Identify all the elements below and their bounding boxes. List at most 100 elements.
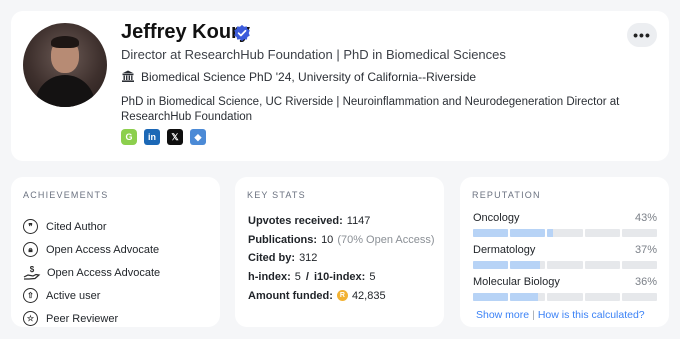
show-more-link[interactable]: Show more — [476, 309, 529, 321]
orcid-icon[interactable]: ◆ — [190, 129, 206, 145]
achievements-card: ACHIEVEMENTS ❞ Cited Author 🔒︎ Open Acce… — [11, 177, 220, 327]
reputation-bar — [473, 261, 658, 269]
stat-upvotes: Upvotes received: 1147 — [248, 212, 435, 231]
profile-name: Jeffrey Koury — [121, 21, 250, 43]
achievement-label: Active user — [46, 289, 101, 302]
reputation-percent: 37% — [634, 244, 657, 256]
linkedin-icon[interactable]: in — [144, 129, 160, 145]
achievement-label: Peer Reviewer — [46, 312, 119, 325]
achievements-list: ❞ Cited Author 🔒︎ Open Access Advocate $… — [23, 215, 160, 330]
hand-money-icon: $ — [23, 265, 41, 280]
stat-funded: Amount funded: R 42,835 — [248, 286, 435, 305]
stat-label: Publications: — [248, 233, 318, 246]
more-options-button[interactable]: ••• — [627, 23, 657, 47]
education-text: Biomedical Science PhD '24, University o… — [141, 70, 477, 84]
reputation-bar-segment — [473, 261, 509, 269]
ellipsis-icon: ••• — [633, 27, 651, 43]
reputation-bar-segment — [510, 293, 546, 301]
google-scholar-icon[interactable]: G — [121, 129, 137, 145]
how-calculated-link[interactable]: How is this calculated? — [538, 309, 645, 321]
university-icon — [122, 70, 134, 82]
reputation-bar-segment — [584, 261, 620, 269]
reputation-bar-segment — [621, 293, 658, 301]
profile-bio: PhD in Biomedical Science, UC Riverside … — [121, 96, 620, 123]
star-icon: ☆ — [23, 311, 38, 326]
reputation-bar-segment — [547, 293, 583, 301]
reputation-title: REPUTATION — [472, 190, 541, 200]
achievement-item[interactable]: ❞ Cited Author — [23, 215, 160, 238]
link-divider: | — [532, 309, 535, 321]
achievement-item[interactable]: 🔒︎ Open Access Advocate — [23, 238, 160, 261]
reputation-bar-segment — [473, 293, 509, 301]
stats-list: Upvotes received: 1147 Publications: 10 … — [248, 212, 435, 305]
reputation-links: Show more | How is this calculated? — [476, 309, 645, 321]
reputation-bar-fill — [473, 261, 509, 269]
reputation-percent: 43% — [634, 212, 657, 224]
social-links: G in 𝕏 ◆ — [121, 129, 206, 145]
stat-note: (70% Open Access) — [337, 233, 435, 246]
reputation-field: Oncology — [473, 212, 520, 224]
reputation-bar — [473, 293, 658, 301]
profile-card: Jeffrey Koury Director at ResearchHub Fo… — [11, 11, 669, 161]
achievement-label: Open Access Advocate — [46, 243, 160, 256]
reputation-bar-segment — [473, 229, 509, 237]
avatar-shirt — [35, 75, 95, 107]
svg-text:$: $ — [30, 265, 35, 274]
stat-value: 10 — [321, 233, 334, 246]
reputation-bar-fill — [473, 293, 509, 301]
stat-publications: Publications: 10 (70% Open Access) — [248, 231, 435, 250]
stat-cited: Cited by: 312 — [248, 249, 435, 268]
achievement-item[interactable]: ☆ Peer Reviewer — [23, 307, 160, 330]
reputation-card: REPUTATION Oncology 43% Dermatology 37% … — [460, 177, 669, 327]
stat-value: 1147 — [346, 215, 371, 228]
achievement-label: Cited Author — [46, 220, 107, 233]
achievement-item[interactable]: $ Open Access Advocate — [23, 261, 160, 284]
avatar[interactable] — [23, 23, 107, 107]
reputation-bar-segment — [547, 229, 583, 237]
reputation-list: Oncology 43% Dermatology 37% Molecular B… — [473, 212, 658, 308]
stat-value: 5 — [294, 271, 301, 284]
reputation-field: Molecular Biology — [473, 276, 560, 288]
reputation-bar-segment — [547, 261, 583, 269]
reputation-bar-fill — [547, 229, 553, 237]
stat-hindex: h-index: 5 / i10-index: 5 — [248, 268, 435, 287]
arrow-up-icon: ⇧ — [23, 288, 38, 303]
stat-label: Cited by: — [248, 252, 296, 265]
reputation-bar-segment — [510, 261, 546, 269]
reputation-bar-segment — [584, 293, 620, 301]
reputation-item: Dermatology 37% — [473, 244, 658, 276]
reputation-bar-fill — [510, 293, 539, 301]
reputation-bar-fill — [473, 229, 509, 237]
achievements-title: ACHIEVEMENTS — [23, 190, 109, 200]
key-stats-card: KEY STATS Upvotes received: 1147 Publica… — [235, 177, 444, 327]
reputation-percent: 36% — [634, 276, 657, 288]
x-icon[interactable]: 𝕏 — [167, 129, 183, 145]
stat-label: h-index: — [248, 271, 291, 284]
reputation-item: Molecular Biology 36% — [473, 276, 658, 308]
stat-value: 5 — [369, 271, 376, 284]
stat-label: i10-index: — [313, 271, 366, 284]
reputation-bar-segment — [621, 261, 658, 269]
avatar-hair — [51, 36, 79, 48]
profile-headline: Director at ResearchHub Foundation | PhD… — [121, 47, 506, 62]
stat-label: Upvotes received: — [248, 215, 343, 228]
reputation-bar-fill — [510, 229, 546, 237]
reputation-item: Oncology 43% — [473, 212, 658, 244]
stat-label: Amount funded: — [248, 289, 333, 302]
quote-icon: ❞ — [23, 219, 38, 234]
reputation-bar — [473, 229, 658, 237]
stat-separator: / — [305, 271, 309, 284]
reputation-bar-segment — [621, 229, 658, 237]
stat-value: 312 — [299, 252, 318, 265]
rsc-coin-icon: R — [336, 290, 348, 302]
reputation-bar-segment — [510, 229, 546, 237]
reputation-bar-segment — [584, 229, 620, 237]
achievement-label: Open Access Advocate — [47, 266, 161, 279]
lock-icon: 🔒︎ — [23, 242, 38, 257]
achievement-item[interactable]: ⇧ Active user — [23, 284, 160, 307]
key-stats-title: KEY STATS — [247, 190, 306, 200]
verified-badge-icon — [234, 24, 250, 42]
reputation-bar-fill — [510, 261, 541, 269]
stat-value: 42,835 — [351, 289, 386, 302]
reputation-field: Dermatology — [473, 244, 536, 256]
